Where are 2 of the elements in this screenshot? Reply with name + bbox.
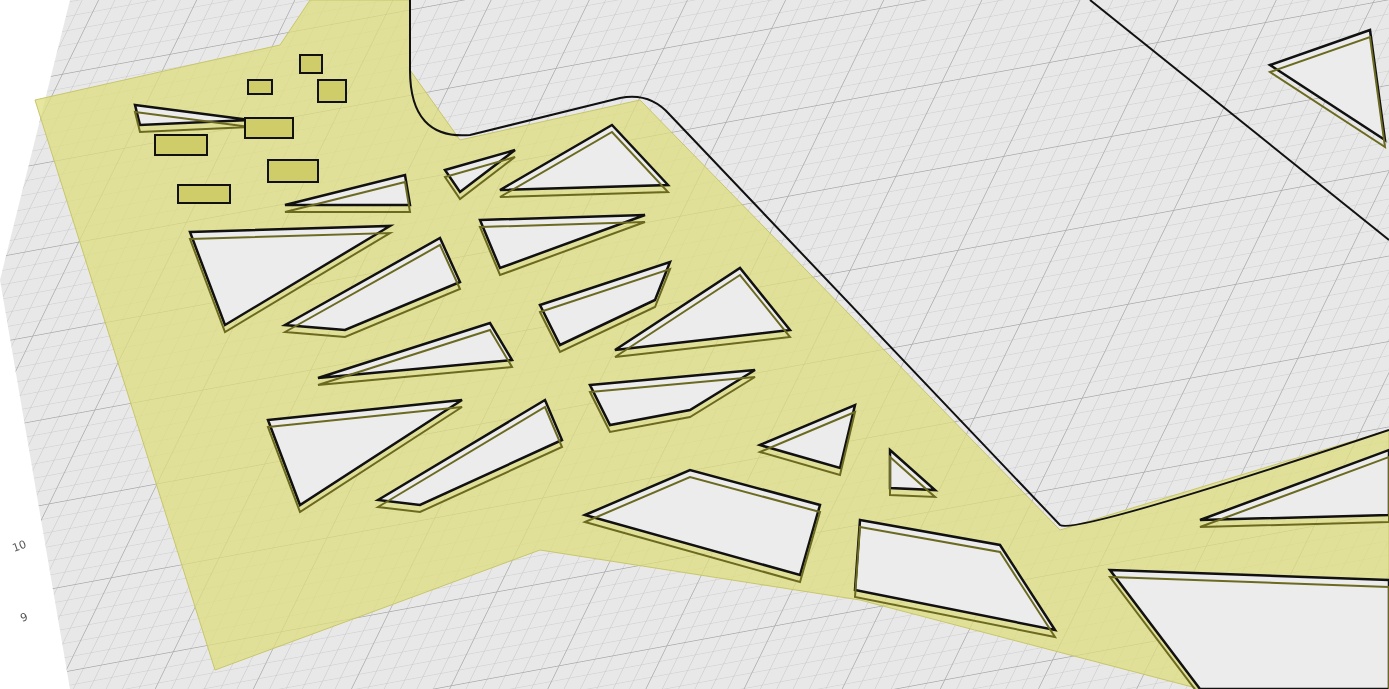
axis-label: 10 (10, 537, 29, 555)
axis-label: 9 (18, 610, 30, 625)
